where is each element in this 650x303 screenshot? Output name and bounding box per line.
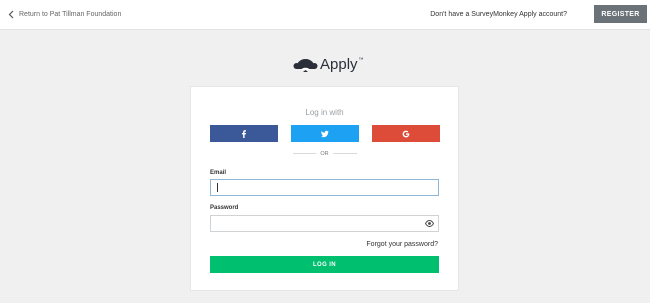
password-field[interactable] — [210, 215, 439, 232]
google-login-button[interactable] — [372, 125, 440, 142]
show-password-eye-icon[interactable] — [425, 220, 434, 227]
register-button[interactable]: REGISTER — [594, 5, 647, 23]
no-account-text: Don't have a SurveyMonkey Apply account? — [430, 11, 567, 18]
facebook-login-button[interactable] — [210, 125, 278, 142]
google-icon — [402, 130, 410, 137]
email-field[interactable] — [210, 179, 439, 196]
brand-name: Apply — [320, 55, 358, 73]
brand-logo: Apply ™ — [293, 54, 364, 74]
password-label: Password — [210, 205, 239, 211]
twitter-login-button[interactable] — [291, 125, 359, 142]
log-in-button[interactable]: LOG IN — [210, 256, 439, 273]
email-label: Email — [210, 170, 227, 176]
or-divider: OR — [191, 151, 458, 157]
forgot-password-link[interactable]: Forgot your password? — [366, 241, 438, 248]
or-text: OR — [316, 151, 333, 157]
text-cursor — [217, 183, 218, 192]
return-link[interactable]: Return to Pat Tillman Foundation — [8, 9, 121, 20]
top-bar: Return to Pat Tillman Foundation Don't h… — [0, 0, 650, 30]
facebook-icon — [242, 129, 246, 138]
login-card: Log in with OR Email Password Forgot you… — [190, 86, 459, 291]
surveymonkey-logo-icon — [293, 59, 318, 72]
login-heading: Log in with — [305, 108, 344, 117]
trademark-mark: ™ — [358, 57, 364, 63]
twitter-icon — [321, 130, 329, 137]
return-link-label: Return to Pat Tillman Foundation — [19, 11, 122, 18]
chevron-left-icon — [8, 9, 17, 20]
